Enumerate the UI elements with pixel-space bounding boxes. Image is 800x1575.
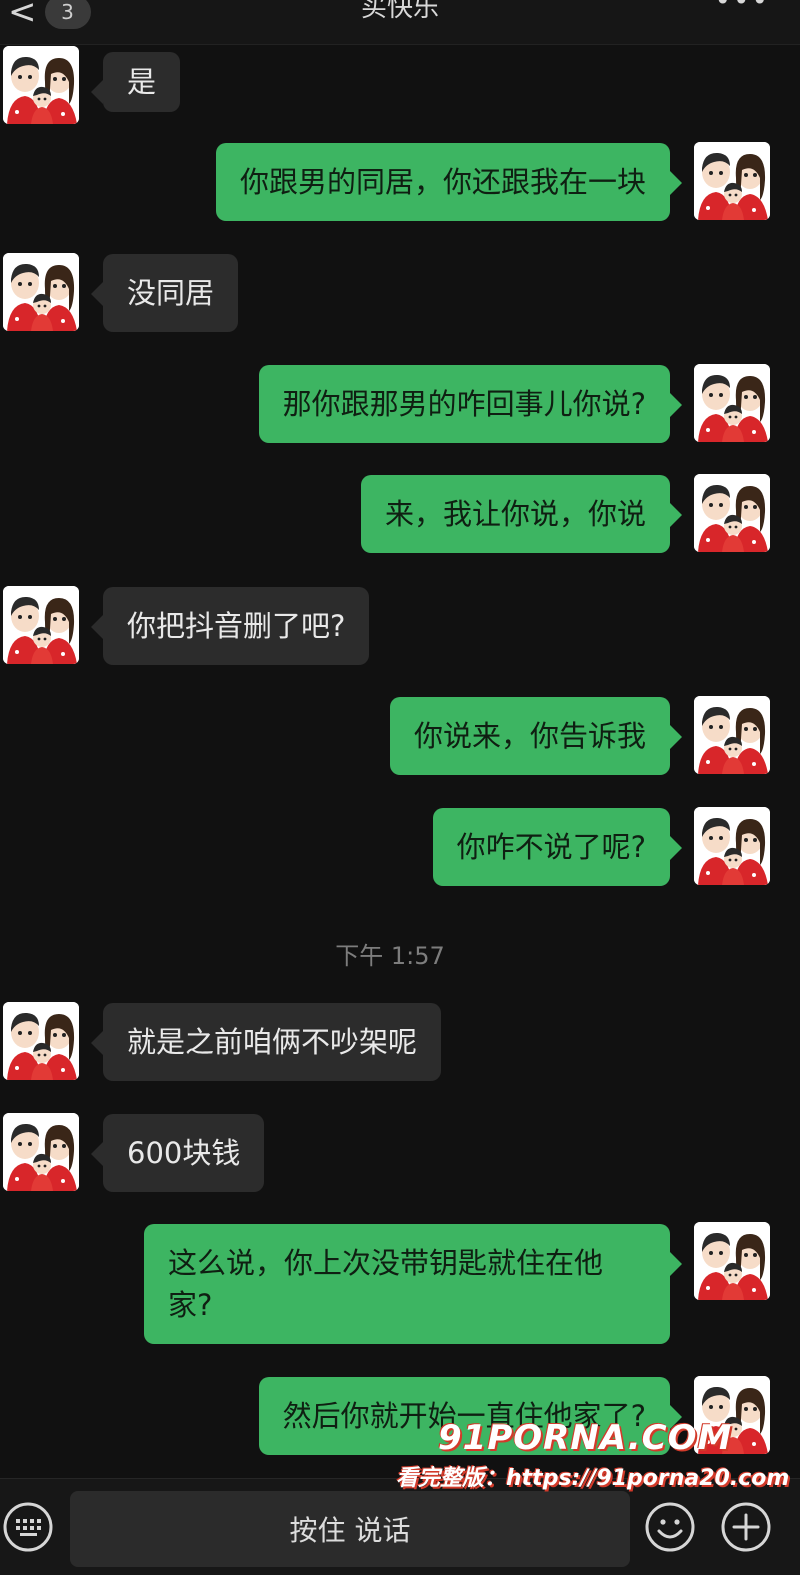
incoming-message-bubble[interactable]: 是 xyxy=(90,52,181,112)
contact-avatar[interactable] xyxy=(3,1002,79,1080)
outgoing-message-bubble[interactable]: 你说来，你告诉我 xyxy=(389,697,683,775)
outgoing-message-bubble[interactable]: 你跟男的同居，你还跟我在一块 xyxy=(215,143,683,221)
my-avatar[interactable] xyxy=(694,1376,770,1454)
keyboard-icon[interactable] xyxy=(2,1501,54,1553)
my-avatar[interactable] xyxy=(694,696,770,774)
incoming-message-bubble[interactable]: 就是之前咱俩不吵架呢 xyxy=(90,1003,442,1081)
chat-header: < 3 买快乐 ••• xyxy=(0,0,800,45)
outgoing-message-bubble[interactable]: 这么说，你上次没带钥匙就住在他家? xyxy=(144,1224,682,1344)
my-avatar[interactable] xyxy=(694,142,770,220)
outgoing-message-bubble[interactable]: 那你跟那男的咋回事儿你说? xyxy=(258,365,683,443)
incoming-message-bubble[interactable]: 你把抖音删了吧? xyxy=(90,587,370,665)
outgoing-message-bubble[interactable]: 来，我让你说，你说 xyxy=(360,475,683,553)
my-avatar[interactable] xyxy=(694,474,770,552)
contact-avatar[interactable] xyxy=(3,586,79,664)
contact-avatar[interactable] xyxy=(3,1113,79,1191)
chat-title: 买快乐 xyxy=(360,0,439,23)
contact-avatar[interactable] xyxy=(3,253,79,331)
input-bar: 按住 说话 xyxy=(0,1478,800,1575)
outgoing-message-bubble[interactable]: 然后你就开始一直住他家了? xyxy=(258,1377,683,1455)
incoming-message-bubble[interactable]: 600块钱 xyxy=(90,1114,265,1192)
more-options-icon[interactable]: ••• xyxy=(714,0,770,17)
my-avatar[interactable] xyxy=(694,1222,770,1300)
contact-avatar[interactable] xyxy=(3,46,79,124)
outgoing-message-bubble[interactable]: 你咋不说了呢? xyxy=(432,808,683,886)
my-avatar[interactable] xyxy=(694,364,770,442)
my-avatar[interactable] xyxy=(694,807,770,885)
incoming-message-bubble[interactable]: 没同居 xyxy=(90,254,239,332)
message-timestamp: 下午 1:57 xyxy=(335,942,445,970)
emoji-icon[interactable] xyxy=(644,1501,696,1553)
plus-icon[interactable] xyxy=(720,1501,772,1553)
hold-to-talk-button[interactable]: 按住 说话 xyxy=(70,1491,630,1567)
